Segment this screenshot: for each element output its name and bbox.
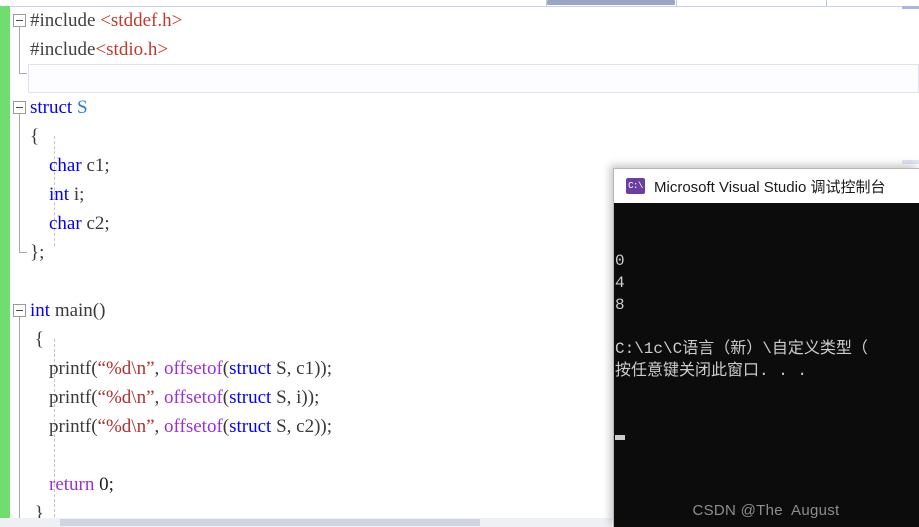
debug-console-window[interactable]: C:\ Microsoft Visual Studio 调试控制台 0 4 8 C:\… bbox=[613, 168, 919, 527]
code-token: printf( bbox=[30, 358, 98, 379]
code-token: S, c1)); bbox=[276, 358, 333, 379]
code-line-text: char c2; bbox=[30, 209, 110, 238]
code-line-text: #include<stdio.h> bbox=[30, 35, 168, 64]
console-icon-glyph: C:\ bbox=[628, 180, 643, 191]
code-token: { bbox=[30, 126, 40, 147]
code-line: { bbox=[0, 122, 919, 151]
code-token: offsetof bbox=[164, 358, 223, 379]
code-line: #include <stddef.h> bbox=[0, 6, 919, 35]
code-token: S, c2)); bbox=[276, 416, 333, 437]
code-token: printf( bbox=[30, 387, 98, 408]
console-output-line: 按任意键关闭此窗口. . . bbox=[615, 362, 808, 380]
code-token: return bbox=[30, 474, 100, 495]
code-line-text: struct S bbox=[30, 93, 88, 122]
code-token: struct bbox=[229, 358, 277, 379]
console-output-area[interactable]: 0 4 8 C:\1c\C语言（新）\自定义类型（ 按任意键关闭此窗口. . . bbox=[614, 203, 919, 526]
console-output-line: 0 bbox=[615, 252, 625, 270]
code-line-text: }; bbox=[30, 238, 44, 267]
code-token: offsetof bbox=[164, 387, 223, 408]
code-token: , bbox=[154, 387, 165, 408]
code-line-text: int main() bbox=[30, 296, 105, 325]
console-output-line: 4 bbox=[615, 274, 625, 292]
code-line-text: printf(“%d\n”, offsetof(struct S, c2)); bbox=[30, 412, 332, 441]
code-token: struct bbox=[229, 387, 277, 408]
console-title-text: Microsoft Visual Studio 调试控制台 bbox=[654, 178, 886, 196]
code-token: c1; bbox=[86, 155, 110, 176]
code-line-text: #include <stddef.h> bbox=[30, 6, 182, 35]
console-output-line: C:\1c\C语言（新）\自定义类型（ bbox=[615, 340, 868, 358]
code-token: main() bbox=[54, 300, 106, 321]
console-lines-container: 0 4 8 C:\1c\C语言（新）\自定义类型（ 按任意键关闭此窗口. . . bbox=[615, 250, 919, 382]
code-line-text: printf(“%d\n”, offsetof(struct S, i)); bbox=[30, 383, 319, 412]
code-token: struct bbox=[30, 97, 77, 118]
horizontal-scroll-thumb-bottom[interactable] bbox=[60, 519, 480, 526]
code-token: “%d\n” bbox=[97, 416, 155, 437]
editor-horizontal-scrollbar[interactable] bbox=[0, 518, 612, 527]
code-line-text: return 0; bbox=[30, 470, 114, 499]
code-token: c2; bbox=[86, 213, 110, 234]
console-title-bar[interactable]: C:\ Microsoft Visual Studio 调试控制台 bbox=[614, 169, 919, 204]
code-line-text: char c1; bbox=[30, 151, 110, 180]
horizontal-scroll-thumb[interactable] bbox=[547, 0, 675, 5]
code-token: printf( bbox=[30, 416, 98, 437]
code-token: <stddef.h> bbox=[100, 10, 183, 31]
code-line: struct S bbox=[0, 93, 919, 122]
code-token: int bbox=[30, 184, 74, 205]
csdn-watermark: CSDN @The August bbox=[692, 502, 840, 519]
code-token: 0; bbox=[99, 474, 114, 495]
code-token: “%d\n” bbox=[97, 387, 155, 408]
code-token: S, i)); bbox=[276, 387, 320, 408]
code-token: { bbox=[30, 329, 44, 350]
code-token: offsetof bbox=[164, 416, 223, 437]
console-output-line: 8 bbox=[615, 296, 625, 314]
code-token: <stdio.h> bbox=[95, 39, 169, 60]
code-token: #include bbox=[30, 10, 101, 31]
code-token: S bbox=[76, 97, 88, 118]
code-token: char bbox=[30, 155, 87, 176]
code-token: int bbox=[30, 300, 55, 321]
code-token: struct bbox=[229, 416, 277, 437]
code-line: #include<stdio.h> bbox=[0, 35, 919, 64]
code-token: }; bbox=[30, 242, 45, 263]
code-line-text: { bbox=[30, 325, 44, 354]
code-token: char bbox=[30, 213, 87, 234]
code-token: #include bbox=[30, 39, 96, 60]
code-line-text: { bbox=[30, 122, 39, 151]
code-token: “%d\n” bbox=[97, 358, 155, 379]
code-token: , bbox=[154, 358, 165, 379]
console-app-icon: C:\ bbox=[626, 178, 645, 194]
code-token: , bbox=[154, 416, 165, 437]
code-line-text: printf(“%d\n”, offsetof(struct S, c1)); bbox=[30, 354, 332, 383]
code-line-text: int i; bbox=[30, 180, 84, 209]
code-token: i; bbox=[73, 184, 85, 205]
console-block-cursor bbox=[615, 435, 625, 440]
